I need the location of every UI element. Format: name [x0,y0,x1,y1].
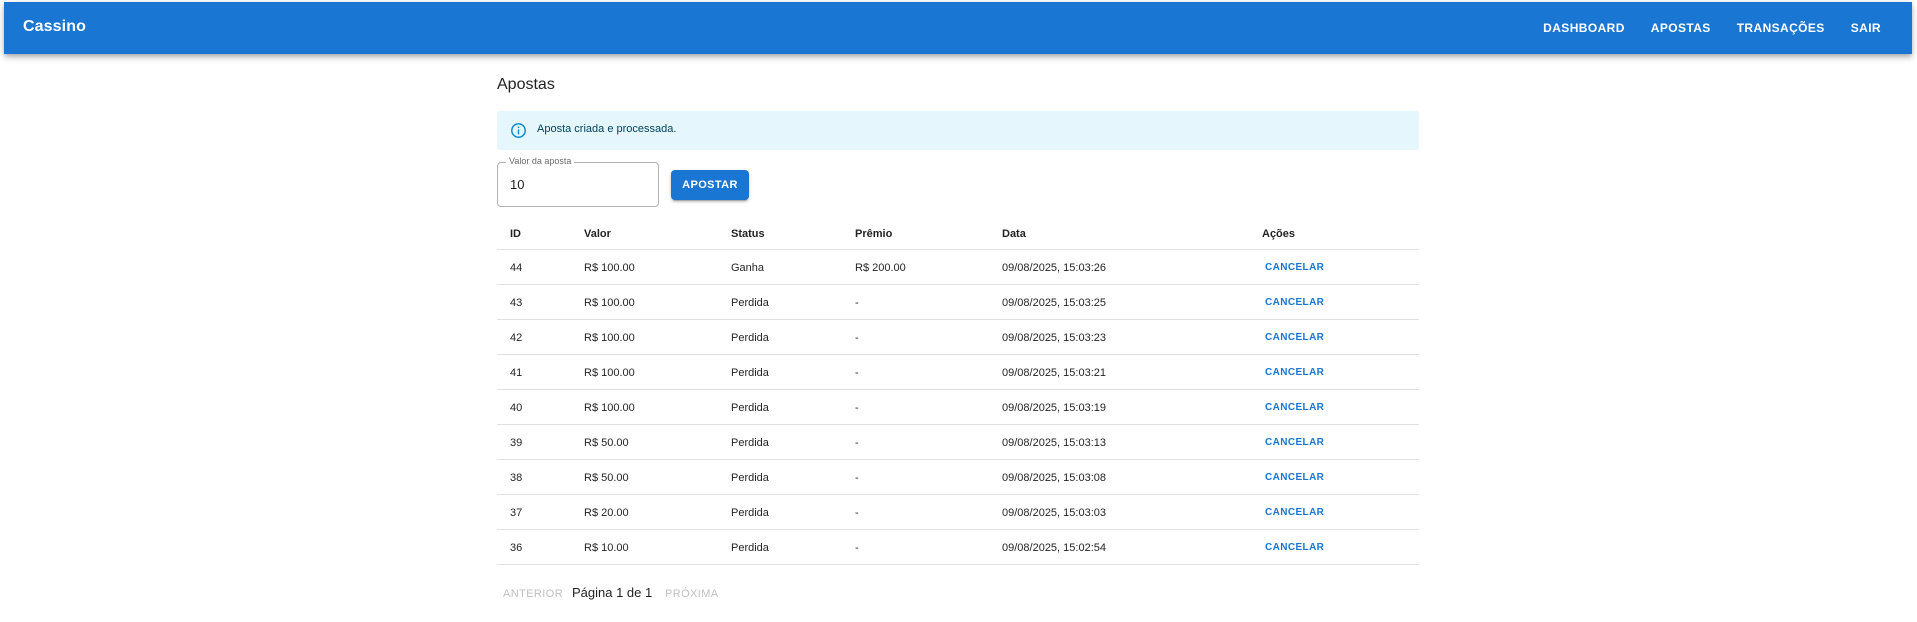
row-id: 38 [510,472,523,484]
row-valor: R$ 50.00 [584,472,629,484]
row-status: Perdida [731,507,769,519]
cancel-bet-button[interactable]: CANCELAR [1261,258,1328,278]
row-status: Perdida [731,472,769,484]
row-premio: - [855,507,859,519]
nav-apostas-button[interactable]: APOSTAS [1638,10,1724,46]
bets-table: ID Valor Status Prêmio Data Ações 44 R$ 1… [497,222,1419,565]
header-premio: Prêmio [855,228,893,240]
row-data: 09/08/2025, 15:03:23 [1002,332,1106,344]
cancel-bet-button[interactable]: CANCELAR [1261,293,1328,313]
bet-amount-label: Valor da aposta [506,156,575,166]
top-nav: DASHBOARD APOSTAS TRANSAÇÕES SAIR [1530,2,1912,54]
nav-transacoes-button[interactable]: TRANSAÇÕES [1724,10,1838,46]
row-id: 40 [510,402,523,414]
row-status: Perdida [731,402,769,414]
cancel-bet-button[interactable]: CANCELAR [1261,468,1328,488]
row-premio: - [855,437,859,449]
cancel-bet-button[interactable]: CANCELAR [1261,328,1328,348]
row-status: Perdida [731,437,769,449]
row-premio: - [855,367,859,379]
row-data: 09/08/2025, 15:03:25 [1002,297,1106,309]
row-premio: - [855,402,859,414]
row-data: 09/08/2025, 15:03:19 [1002,402,1106,414]
table-row: 40 R$ 100.00 Perdida - 09/08/2025, 15:03:19 C… [497,390,1419,425]
bet-amount-field[interactable]: Valor da aposta 10 [497,156,659,207]
page-indicator: Página 1 de 1 [572,585,653,600]
row-premio: - [855,542,859,554]
row-valor: R$ 20.00 [584,507,629,519]
info-icon [511,123,526,138]
header-data: Data [1002,228,1026,240]
table-row: 42 R$ 100.00 Perdida - 09/08/2025, 15:03:23 C… [497,320,1419,355]
row-id: 41 [510,367,523,379]
row-status: Perdida [731,332,769,344]
row-status: Perdida [731,367,769,379]
success-alert: Aposta criada e processada. [497,111,1419,150]
page-title: Apostas [497,76,555,93]
row-data: 09/08/2025, 15:03:26 [1002,262,1106,274]
place-bet-button[interactable]: APOSTAR [671,170,749,200]
row-data: 09/08/2025, 15:03:21 [1002,367,1106,379]
row-premio: - [855,297,859,309]
table-body: 44 R$ 100.00 Ganha R$ 200.00 09/08/2025, 15:… [497,250,1419,565]
cancel-bet-button[interactable]: CANCELAR [1261,503,1328,523]
row-valor: R$ 100.00 [584,297,635,309]
row-valor: R$ 100.00 [584,262,635,274]
pagination: ANTERIOR Página 1 de 1 PRÓXIMA [497,580,797,610]
row-premio: - [855,472,859,484]
table-row: 39 R$ 50.00 Perdida - 09/08/2025, 15:03:13 CA… [497,425,1419,460]
row-status: Perdida [731,297,769,309]
header-id: ID [510,228,521,240]
row-status: Perdida [731,542,769,554]
cancel-bet-button[interactable]: CANCELAR [1261,433,1328,453]
bet-amount-input[interactable]: 10 [510,177,524,192]
row-id: 37 [510,507,523,519]
header-status: Status [731,228,765,240]
row-id: 44 [510,262,523,274]
row-id: 43 [510,297,523,309]
table-row: 37 R$ 20.00 Perdida - 09/08/2025, 15:03:03 CA… [497,495,1419,530]
row-valor: R$ 100.00 [584,367,635,379]
row-valor: R$ 10.00 [584,542,629,554]
row-data: 09/08/2025, 15:02:54 [1002,542,1106,554]
cancel-bet-button[interactable]: CANCELAR [1261,363,1328,383]
alert-message: Aposta criada e processada. [537,123,677,135]
brand-title[interactable]: Cassino [23,18,86,36]
next-page-button[interactable]: PRÓXIMA [665,588,719,600]
table-row: 41 R$ 100.00 Perdida - 09/08/2025, 15:03:21 C… [497,355,1419,390]
table-row: 43 R$ 100.00 Perdida - 09/08/2025, 15:03:25 C… [497,285,1419,320]
table-header-row: ID Valor Status Prêmio Data Ações [497,222,1419,250]
header-acoes: Ações [1262,228,1296,240]
header-valor: Valor [584,228,611,240]
row-premio: - [855,332,859,344]
row-data: 09/08/2025, 15:03:13 [1002,437,1106,449]
row-valor: R$ 100.00 [584,402,635,414]
row-valor: R$ 50.00 [584,437,629,449]
table-row: 36 R$ 10.00 Perdida - 09/08/2025, 15:02:54 CA… [497,530,1419,565]
row-premio: R$ 200.00 [855,262,906,274]
row-valor: R$ 100.00 [584,332,635,344]
row-data: 09/08/2025, 15:03:03 [1002,507,1106,519]
row-status: Ganha [731,262,765,274]
logout-button[interactable]: SAIR [1838,10,1894,46]
nav-dashboard-button[interactable]: DASHBOARD [1530,10,1638,46]
row-id: 39 [510,437,523,449]
row-id: 36 [510,542,523,554]
previous-page-button[interactable]: ANTERIOR [503,588,563,600]
row-id: 42 [510,332,523,344]
cancel-bet-button[interactable]: CANCELAR [1261,398,1328,418]
cancel-bet-button[interactable]: CANCELAR [1261,538,1328,558]
app-bar: Cassino DASHBOARD APOSTAS TRANSAÇÕES SAI… [4,2,1912,54]
table-row: 38 R$ 50.00 Perdida - 09/08/2025, 15:03:08 CA… [497,460,1419,495]
table-row: 44 R$ 100.00 Ganha R$ 200.00 09/08/2025, 15:… [497,250,1419,285]
row-data: 09/08/2025, 15:03:08 [1002,472,1106,484]
